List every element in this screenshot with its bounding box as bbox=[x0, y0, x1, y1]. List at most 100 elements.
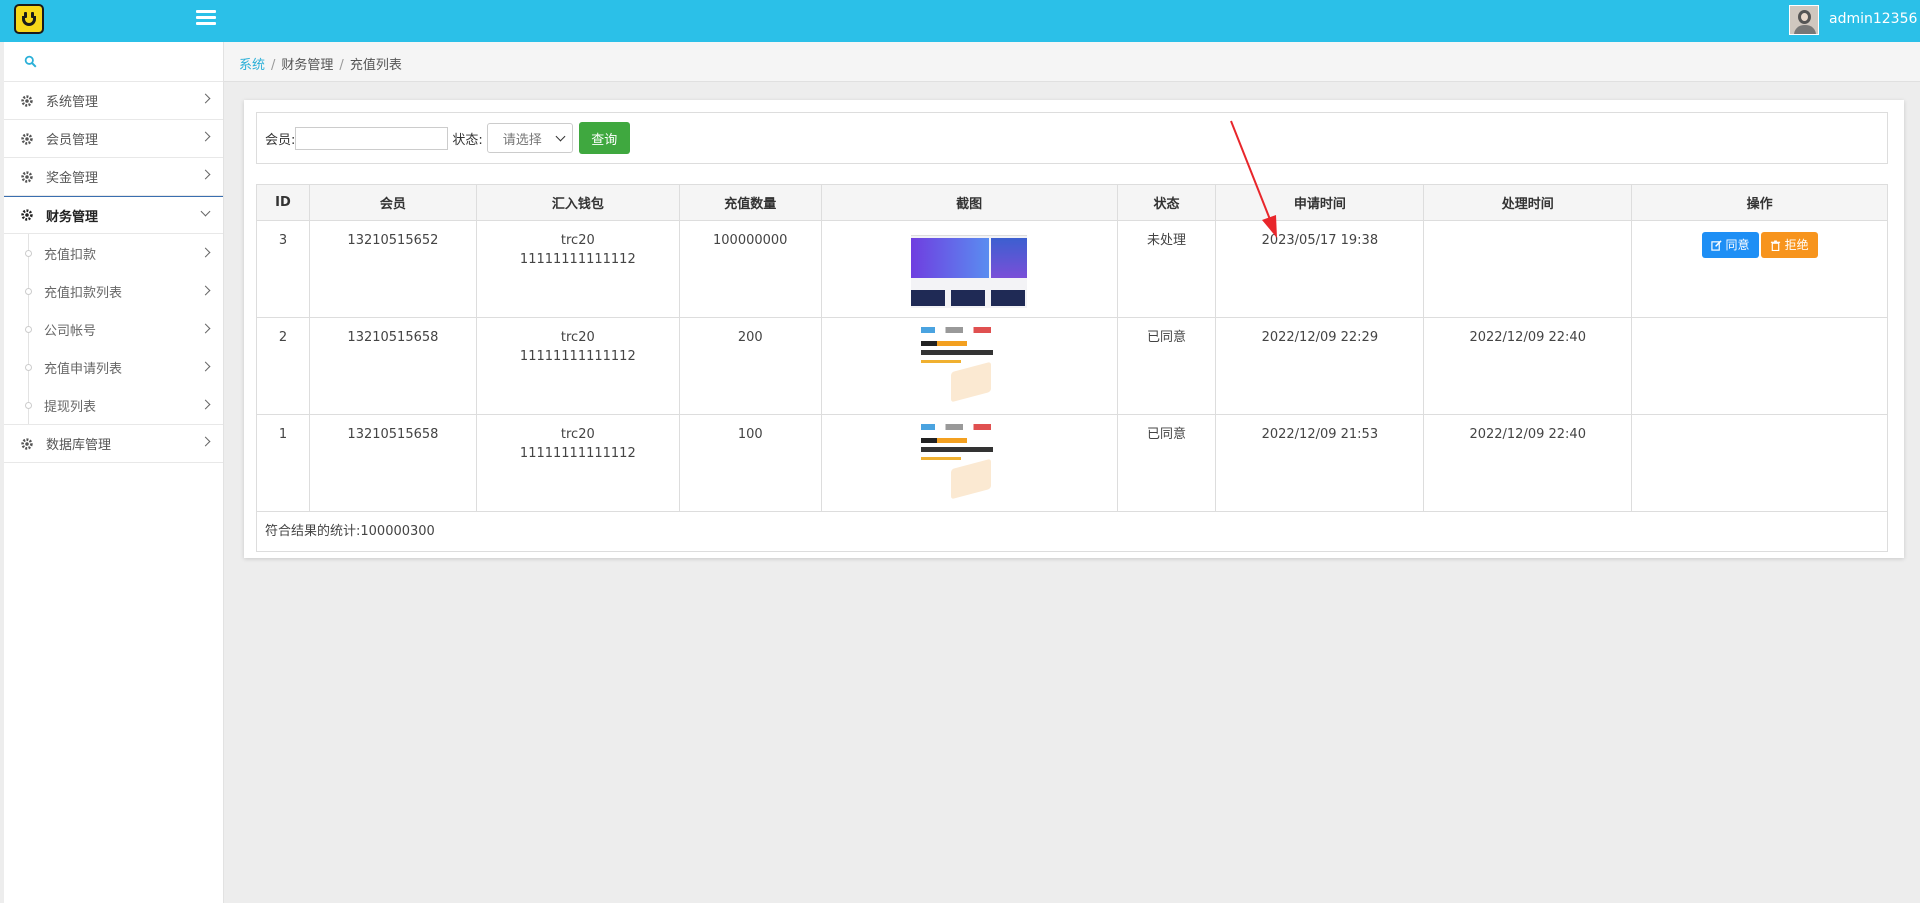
cell-member: 13210515658 bbox=[308, 317, 477, 415]
table-row: 1 13210515658 trc20 11111111111112 100 已同… bbox=[256, 414, 1888, 512]
screenshot-thumbnail[interactable] bbox=[911, 422, 1028, 502]
sidebar-item-label: 财务管理 bbox=[46, 209, 99, 225]
chevron-right-icon bbox=[200, 285, 211, 296]
breadcrumb-current: 充值列表 bbox=[349, 58, 402, 73]
chevron-right-icon bbox=[200, 93, 211, 104]
table-row: 2 13210515658 trc20 11111111111112 200 已同… bbox=[256, 317, 1888, 415]
cell-status: 已同意 bbox=[1116, 414, 1217, 512]
breadcrumb-section: 财务管理 bbox=[281, 58, 334, 73]
chevron-right-icon bbox=[200, 436, 211, 447]
column-header: 会员 bbox=[308, 184, 477, 221]
gear-icon bbox=[21, 94, 33, 107]
sidebar-search[interactable] bbox=[4, 42, 223, 82]
sidebar-subitem-label: 提现列表 bbox=[44, 399, 97, 415]
sidebar-item-label: 会员管理 bbox=[46, 133, 99, 148]
chevron-down-icon bbox=[555, 131, 566, 142]
sidebar-item-database[interactable]: 数据库管理 bbox=[4, 425, 223, 463]
column-header: ID bbox=[256, 184, 310, 221]
breadcrumb-separator: / bbox=[271, 58, 276, 73]
chevron-right-icon bbox=[200, 323, 211, 334]
bullet-icon bbox=[25, 364, 32, 371]
wallet-type: trc20 bbox=[560, 330, 595, 345]
column-header: 状态 bbox=[1116, 184, 1217, 221]
username[interactable]: admin12356 bbox=[1829, 11, 1917, 27]
sidebar-subitem-recharge-request-list[interactable]: 充值申请列表 bbox=[4, 348, 223, 386]
cell-id: 1 bbox=[256, 414, 310, 512]
sidebar-item-finance[interactable]: 财务管理 bbox=[4, 196, 223, 234]
trash-icon bbox=[1770, 239, 1780, 251]
chevron-right-icon bbox=[200, 169, 211, 180]
sidebar-item-label: 奖金管理 bbox=[46, 171, 99, 186]
cell-screenshot bbox=[820, 317, 1118, 415]
screenshot-thumbnail[interactable] bbox=[911, 228, 1028, 308]
chevron-right-icon bbox=[200, 399, 211, 410]
edit-icon bbox=[1710, 239, 1722, 251]
screenshot-thumbnail[interactable] bbox=[911, 325, 1028, 405]
sidebar-subitem-label: 充值扣款 bbox=[44, 247, 97, 263]
wallet-type: trc20 bbox=[560, 427, 595, 442]
sidebar-subitem-label: 充值扣款列表 bbox=[44, 285, 123, 301]
sidebar-subitem-label: 充值申请列表 bbox=[44, 361, 123, 377]
avatar[interactable] bbox=[1789, 5, 1819, 35]
bullet-icon bbox=[25, 250, 32, 257]
logo-smile bbox=[22, 16, 36, 26]
cell-actions bbox=[1631, 414, 1888, 512]
table-header-row: ID 会员 汇入钱包 充值数量 截图 状态 申请时间 处理时间 操作 bbox=[256, 184, 1888, 221]
status-select-value: 请选择 bbox=[502, 132, 542, 148]
sidebar-subitem-withdraw-list[interactable]: 提现列表 bbox=[4, 386, 223, 424]
wallet-type: trc20 bbox=[560, 233, 595, 248]
query-button[interactable]: 查询 bbox=[578, 122, 630, 154]
column-header: 处理时间 bbox=[1423, 184, 1633, 221]
reject-button[interactable]: 拒绝 bbox=[1760, 232, 1818, 258]
reject-label: 拒绝 bbox=[1784, 237, 1809, 252]
logo[interactable] bbox=[14, 4, 44, 34]
cell-member: 13210515658 bbox=[308, 414, 477, 512]
breadcrumb-separator: / bbox=[339, 58, 344, 73]
sidebar-subitem-company-account[interactable]: 公司帐号 bbox=[4, 310, 223, 348]
column-header: 申请时间 bbox=[1215, 184, 1425, 221]
bullet-icon bbox=[25, 326, 32, 333]
breadcrumb-root[interactable]: 系统 bbox=[239, 58, 265, 73]
cell-screenshot bbox=[820, 220, 1118, 318]
table-row: 3 13210515652 trc20 11111111111112 100000… bbox=[256, 220, 1888, 318]
cell-amount: 100000000 bbox=[678, 220, 822, 318]
sidebar-item-label: 数据库管理 bbox=[46, 438, 112, 453]
cell-process-time: 2022/12/09 22:40 bbox=[1423, 414, 1633, 512]
cell-status: 已同意 bbox=[1116, 317, 1217, 415]
bullet-icon bbox=[25, 402, 32, 409]
cell-amount: 200 bbox=[678, 317, 822, 415]
gear-icon bbox=[21, 170, 33, 183]
chevron-right-icon bbox=[200, 361, 211, 372]
sidebar-subitem-recharge-deduct-list[interactable]: 充值扣款列表 bbox=[4, 272, 223, 310]
cell-apply-time: 2022/12/09 22:29 bbox=[1215, 317, 1425, 415]
sidebar-item-system[interactable]: 系统管理 bbox=[4, 82, 223, 120]
column-header: 汇入钱包 bbox=[475, 184, 680, 221]
column-header: 操作 bbox=[1631, 184, 1888, 221]
column-header: 截图 bbox=[820, 184, 1118, 221]
cell-id: 2 bbox=[256, 317, 310, 415]
cell-wallet: trc20 11111111111112 bbox=[475, 414, 680, 512]
sidebar-item-members[interactable]: 会员管理 bbox=[4, 120, 223, 158]
recharge-table: ID 会员 汇入钱包 充值数量 截图 状态 申请时间 处理时间 操作 3 132… bbox=[256, 184, 1888, 552]
search-icon[interactable] bbox=[24, 55, 37, 68]
top-bar: admin12356 bbox=[0, 0, 1920, 42]
cell-wallet: trc20 11111111111112 bbox=[475, 220, 680, 318]
agree-label: 同意 bbox=[1725, 237, 1750, 252]
hamburger-menu-icon[interactable] bbox=[196, 10, 216, 28]
agree-button[interactable]: 同意 bbox=[1701, 232, 1759, 258]
filter-bar: 会员: 状态: 请选择 查询 bbox=[256, 112, 1888, 164]
finance-submenu: 充值扣款 充值扣款列表 公司帐号 充值申请列表 提现列表 bbox=[4, 234, 223, 425]
wallet-address: 11111111111112 bbox=[519, 446, 636, 461]
member-label: 会员: bbox=[265, 132, 296, 148]
sidebar-item-bonus[interactable]: 奖金管理 bbox=[4, 158, 223, 196]
sidebar-subitem-recharge-deduct[interactable]: 充值扣款 bbox=[4, 234, 223, 272]
member-input[interactable] bbox=[295, 126, 449, 150]
status-label: 状态: bbox=[452, 132, 483, 148]
cell-actions: 同意 拒绝 bbox=[1631, 220, 1888, 318]
chevron-down-icon bbox=[200, 206, 211, 217]
cell-member: 13210515652 bbox=[308, 220, 477, 318]
breadcrumb: 系统 / 财务管理 / 充值列表 bbox=[224, 42, 1920, 82]
status-select[interactable]: 请选择 bbox=[486, 123, 573, 153]
column-header: 充值数量 bbox=[678, 184, 822, 221]
cell-apply-time: 2022/12/09 21:53 bbox=[1215, 414, 1425, 512]
